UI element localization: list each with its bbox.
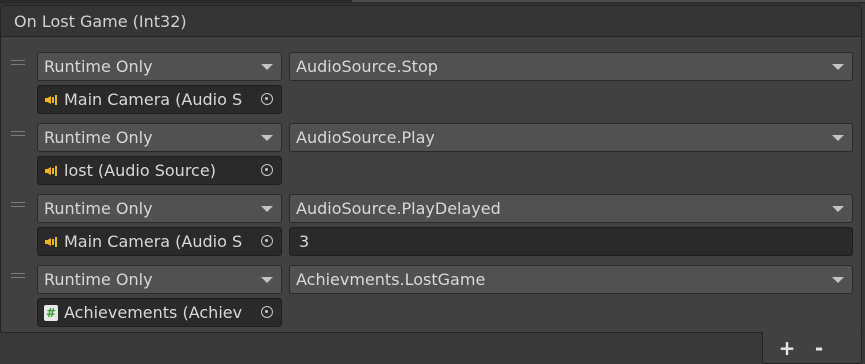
target-object-field[interactable]: Main Camera (Audio S: [37, 85, 282, 114]
list-footer: + -: [762, 332, 862, 364]
function-dropdown[interactable]: AudioSource.Play: [289, 123, 853, 152]
event-title: On Lost Game (Int32): [14, 12, 187, 31]
add-entry-button[interactable]: +: [775, 338, 799, 360]
function-dropdown[interactable]: AudioSource.Stop: [289, 52, 853, 81]
dropdown-arrow-icon: [832, 64, 844, 70]
dropdown-arrow-icon: [261, 206, 273, 212]
audio-source-icon: [45, 94, 59, 106]
object-picker-icon[interactable]: [261, 164, 273, 176]
tab-edge: [352, 0, 865, 2]
runtime-mode-label: Runtime Only: [44, 57, 153, 76]
script-icon: #: [44, 305, 58, 321]
event-entry-1: Runtime Only AudioSource.Stop Main Camer…: [1, 52, 861, 123]
function-label: AudioSource.Stop: [296, 57, 438, 76]
runtime-mode-label: Runtime Only: [44, 270, 153, 289]
drag-handle-icon[interactable]: [11, 273, 25, 280]
dropdown-arrow-icon: [261, 135, 273, 141]
target-object-field[interactable]: Main Camera (Audio S: [37, 227, 282, 256]
event-entry-2: Runtime Only AudioSource.Play lost (Audi…: [1, 123, 861, 194]
object-picker-icon[interactable]: [261, 306, 273, 318]
top-strip: [0, 0, 865, 4]
target-object-field[interactable]: lost (Audio Source): [37, 156, 282, 185]
drag-handle-icon[interactable]: [11, 60, 25, 67]
function-dropdown[interactable]: AudioSource.PlayDelayed: [289, 194, 853, 223]
target-object-field[interactable]: # Achievements (Achiev: [37, 298, 282, 327]
runtime-mode-label: Runtime Only: [44, 128, 153, 147]
event-header: On Lost Game (Int32): [1, 6, 861, 37]
target-object-label: Main Camera (Audio S: [64, 232, 243, 251]
runtime-mode-dropdown[interactable]: Runtime Only: [37, 52, 282, 81]
drag-handle-icon[interactable]: [11, 131, 25, 138]
unity-event-panel: On Lost Game (Int32) Runtime Only AudioS…: [0, 5, 862, 333]
function-label: AudioSource.PlayDelayed: [296, 199, 501, 218]
function-label: AudioSource.Play: [296, 128, 435, 147]
dropdown-arrow-icon: [832, 135, 844, 141]
delay-argument-field[interactable]: 3: [289, 227, 853, 256]
object-picker-icon[interactable]: [261, 235, 273, 247]
dropdown-arrow-icon: [261, 64, 273, 70]
function-label: Achievments.LostGame: [296, 270, 486, 289]
runtime-mode-label: Runtime Only: [44, 199, 153, 218]
target-object-label: lost (Audio Source): [64, 161, 216, 180]
runtime-mode-dropdown[interactable]: Runtime Only: [37, 123, 282, 152]
object-picker-icon[interactable]: [261, 93, 273, 105]
drag-handle-icon[interactable]: [11, 202, 25, 209]
target-object-label: Achievements (Achiev: [64, 303, 243, 322]
dropdown-arrow-icon: [832, 206, 844, 212]
runtime-mode-dropdown[interactable]: Runtime Only: [37, 194, 282, 223]
dropdown-arrow-icon: [832, 277, 844, 283]
dropdown-arrow-icon: [261, 277, 273, 283]
runtime-mode-dropdown[interactable]: Runtime Only: [37, 265, 282, 294]
remove-entry-button[interactable]: -: [807, 338, 831, 360]
target-object-label: Main Camera (Audio S: [64, 90, 243, 109]
event-entry-3: Runtime Only AudioSource.PlayDelayed Mai…: [1, 194, 861, 265]
audio-source-icon: [45, 236, 59, 248]
function-dropdown[interactable]: Achievments.LostGame: [289, 265, 853, 294]
event-entry-4: Runtime Only Achievments.LostGame # Achi…: [1, 265, 861, 336]
audio-source-icon: [45, 165, 59, 177]
delay-argument-value: 3: [299, 232, 310, 251]
